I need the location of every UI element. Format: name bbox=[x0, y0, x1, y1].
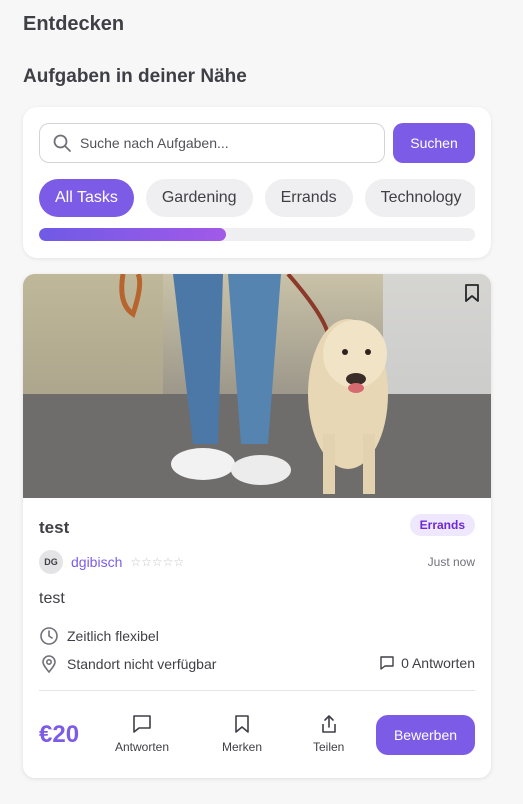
avatar: DG bbox=[39, 550, 63, 574]
search-input[interactable] bbox=[80, 135, 360, 151]
filter-chip-gardening[interactable]: Gardening bbox=[145, 179, 253, 217]
share-icon bbox=[321, 715, 336, 733]
chat-bubble-icon bbox=[133, 715, 151, 733]
author-name[interactable]: dgibisch bbox=[71, 554, 122, 570]
clock-icon bbox=[40, 627, 58, 645]
share-button-label: Teilen bbox=[313, 740, 345, 754]
posted-time: Just now bbox=[427, 555, 475, 569]
filter-scrollbar[interactable] bbox=[39, 228, 475, 241]
category-filter-bar: All Tasks Gardening Errands Technology bbox=[39, 179, 475, 217]
task-title: test bbox=[39, 518, 70, 537]
task-photo bbox=[23, 274, 491, 498]
apply-button[interactable]: Bewerben bbox=[376, 715, 475, 755]
bookmark-icon bbox=[465, 284, 479, 302]
search-icon bbox=[53, 134, 71, 152]
save-button-label: Merken bbox=[222, 740, 263, 754]
divider bbox=[39, 690, 475, 691]
time-info: Zeitlich flexibel bbox=[39, 626, 159, 646]
location-pin-icon bbox=[42, 655, 56, 674]
reply-button-label: Antworten bbox=[115, 740, 170, 754]
author-row: DG dgibisch ☆☆☆☆☆ bbox=[39, 550, 184, 574]
filter-chip-errands[interactable]: Errands bbox=[264, 179, 353, 217]
location-info: Standort nicht verfügbar bbox=[39, 654, 216, 674]
reply-button[interactable]: Antworten bbox=[115, 714, 169, 754]
chat-bubble-icon bbox=[380, 656, 394, 670]
bookmark-icon bbox=[235, 715, 249, 733]
search-field[interactable] bbox=[39, 123, 385, 163]
filter-chip-all-tasks[interactable]: All Tasks bbox=[39, 179, 134, 217]
filter-scrollbar-thumb[interactable] bbox=[39, 228, 227, 241]
task-description: test bbox=[39, 590, 65, 607]
reply-count-text: 0 Antworten bbox=[401, 655, 475, 671]
category-badge: Errands bbox=[409, 514, 475, 536]
task-card[interactable]: test Errands DG dgibisch ☆☆☆☆☆ Just now … bbox=[23, 274, 491, 778]
section-title: Aufgaben in deiner Nähe bbox=[23, 66, 247, 87]
location-text: Standort nicht verfügbar bbox=[67, 656, 217, 672]
bookmark-button[interactable] bbox=[463, 283, 481, 308]
save-button[interactable]: Merken bbox=[222, 714, 262, 754]
filter-chip-technology[interactable]: Technology bbox=[364, 179, 475, 217]
star-rating: ☆☆☆☆☆ bbox=[130, 555, 185, 569]
reply-count: 0 Antworten bbox=[379, 655, 475, 671]
share-button[interactable]: Teilen bbox=[313, 714, 344, 754]
price: €20 bbox=[39, 721, 80, 748]
search-panel: Suchen All Tasks Gardening Errands Technolo… bbox=[23, 107, 491, 258]
search-button[interactable]: Suchen bbox=[393, 123, 475, 163]
time-text: Zeitlich flexibel bbox=[67, 628, 159, 644]
page-title: Entdecken bbox=[23, 13, 125, 35]
